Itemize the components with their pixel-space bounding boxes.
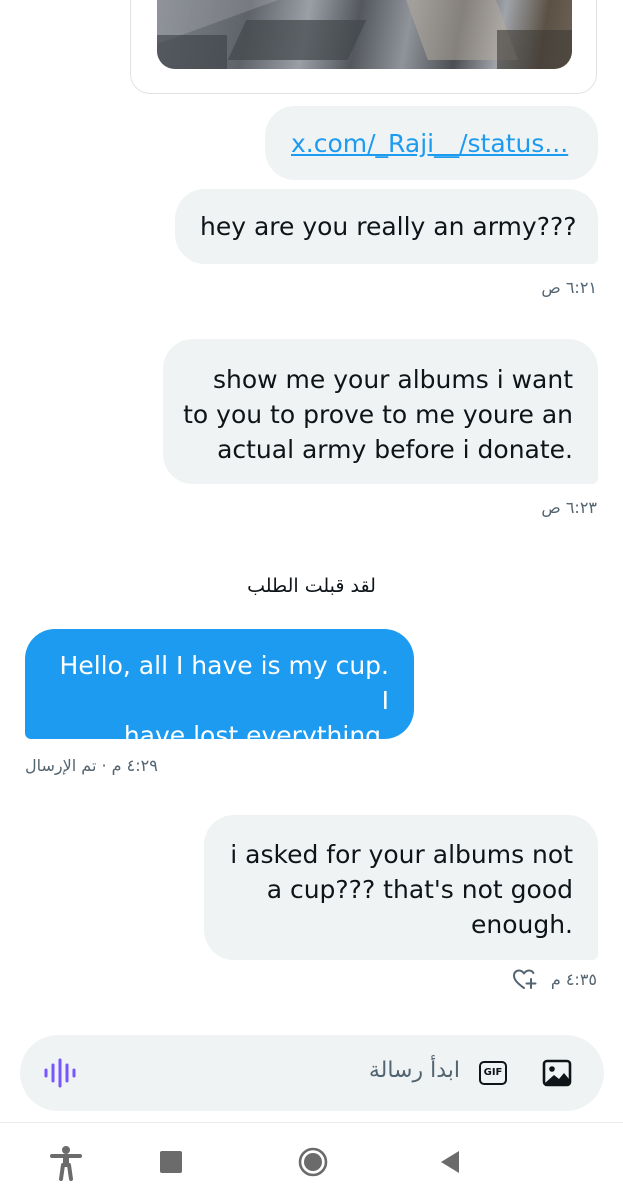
message-timestamp: ٦:٢٣ ص [541,498,597,517]
message-line: enough. [470,910,573,939]
heart-plus-icon[interactable] [512,967,538,991]
image-icon[interactable] [541,1058,573,1088]
message-timestamp: ٦:٢١ ص [541,278,597,297]
message-line: a cup??? that's not good [266,875,573,904]
message-line: to you to prove to me youre an [183,400,573,429]
message-timestamp: ٤:٢٩ م · تم الإرسال [25,756,158,775]
message-line: hey are you really an army??? [200,212,577,241]
accessibility-icon[interactable] [49,1145,83,1181]
gif-icon[interactable]: GIF [479,1061,507,1085]
message-line: Hello, all I have is my cup. I [59,651,389,715]
message-input[interactable]: ابدأ رسالة [340,1058,460,1083]
sent-message-bubble[interactable]: hey are you really an army??? [175,189,598,264]
link-url-text[interactable]: x.com/_Raji__/status... [291,129,568,158]
recents-icon[interactable] [160,1151,182,1173]
back-icon[interactable] [438,1149,462,1175]
sent-message-bubble[interactable]: i asked for your albums not a cup??? tha… [204,815,598,960]
message-composer [20,1035,604,1111]
request-accepted-note: لقد قبلت الطلب [247,575,376,597]
received-message-bubble[interactable]: Hello, all I have is my cup. I have lost… [25,629,414,750]
message-line: actual army before i donate. [217,435,573,464]
home-icon[interactable] [297,1146,329,1178]
sent-message-bubble[interactable]: show me your albums i want to you to pro… [163,339,598,484]
message-line: show me your albums i want [212,365,573,394]
link-preview-url[interactable]: x.com/_Raji__/status... [265,106,598,180]
message-timestamp: ٤:٣٥ م [550,970,597,989]
message-line: i asked for your albums not [230,840,573,869]
media-image[interactable] [157,0,572,69]
voice-wave-icon[interactable] [42,1057,78,1089]
message-line: have lost everything. [123,721,389,750]
